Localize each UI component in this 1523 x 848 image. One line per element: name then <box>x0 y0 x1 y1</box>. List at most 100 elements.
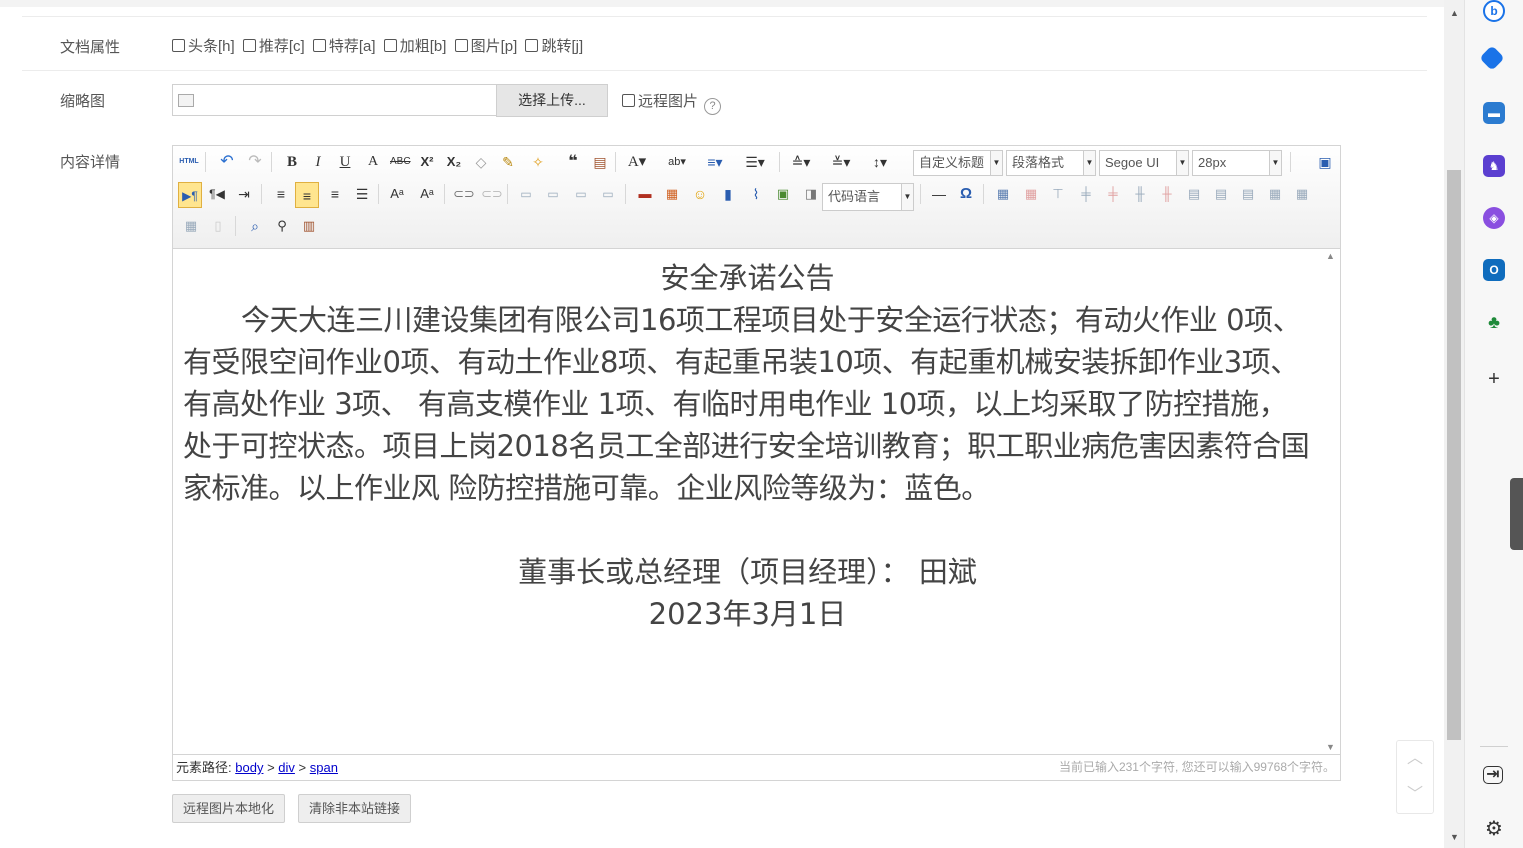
delete-row-icon[interactable]: ╪ <box>1103 184 1123 204</box>
merge-right-icon[interactable]: ▤ <box>1211 184 1231 204</box>
background-color-icon[interactable]: ab▾ <box>667 152 687 172</box>
clear-external-links-button[interactable]: 清除非本站链接 <box>298 794 412 823</box>
path-div-link[interactable]: div <box>278 760 295 775</box>
checkbox[interactable] <box>172 39 185 52</box>
attr-headline[interactable]: 头条[h] <box>172 38 235 55</box>
ordered-list-icon[interactable]: ≡▾ <box>705 152 725 172</box>
scrollbar-thumb[interactable] <box>1447 170 1461 740</box>
strikethrough-icon[interactable]: ABC <box>390 152 411 172</box>
checkbox[interactable] <box>312 39 326 52</box>
checkbox[interactable] <box>242 39 256 52</box>
localize-remote-images-button[interactable]: 远程图片本地化 <box>172 794 286 823</box>
font-border-icon[interactable]: A <box>363 152 383 172</box>
insert-image-icon[interactable]: ▦ <box>662 184 682 204</box>
insert-row-icon[interactable]: ╪ <box>1076 184 1096 204</box>
checkbox[interactable] <box>383 39 397 52</box>
microsoft365-icon[interactable]: ◈ <box>1483 207 1505 229</box>
upload-button[interactable]: 选择上传... <box>496 84 608 117</box>
attachment-icon[interactable]: ⌇ <box>746 184 766 204</box>
line-height-icon[interactable]: ↕▾ <box>870 152 890 172</box>
checkbox[interactable] <box>525 39 539 52</box>
attr-picture[interactable]: 图片[p] <box>454 38 517 55</box>
code-language-select[interactable]: 代码语言 ▼ <box>822 183 914 211</box>
split-to-cells-icon[interactable]: ▦ <box>1265 184 1285 204</box>
preview-icon[interactable]: ⌕ <box>245 216 265 236</box>
align-right-icon[interactable]: ≡ <box>325 184 345 204</box>
insert-code-icon[interactable]: ◨ <box>801 184 821 204</box>
page-scrollbar[interactable]: ▲ ▼ <box>1444 0 1464 848</box>
font-family-select[interactable]: Segoe UI ▼ <box>1099 150 1189 176</box>
merge-down-icon[interactable]: ▤ <box>1238 184 1258 204</box>
blockquote-icon[interactable]: ❝ <box>563 152 583 172</box>
attr-recommend[interactable]: 推荐[c] <box>242 38 305 55</box>
attr-jump[interactable]: 跳转[j] <box>525 38 583 55</box>
split-to-rows-icon[interactable]: ▦ <box>1292 184 1312 204</box>
hide-sidebar-icon[interactable]: ⇥ <box>1483 766 1503 784</box>
add-icon[interactable]: + <box>1483 368 1505 390</box>
settings-gear-icon[interactable]: ⚙ <box>1483 818 1505 840</box>
image-none-icon[interactable]: ▭ <box>516 184 536 204</box>
draft-icon[interactable]: ▥ <box>299 216 319 236</box>
help-icon[interactable]: ? <box>704 98 722 115</box>
align-justify-icon[interactable]: ☰ <box>352 184 372 204</box>
emotion-icon[interactable]: ☺ <box>690 184 710 204</box>
underline-icon[interactable]: U <box>335 152 355 172</box>
paste-plain-icon[interactable]: ▤ <box>590 152 610 172</box>
indent-icon[interactable]: ⇥ <box>234 184 254 204</box>
row-spacing-bottom-icon[interactable]: ≚▾ <box>831 152 851 172</box>
italic-icon[interactable]: I <box>308 152 328 172</box>
tools-briefcase-icon[interactable]: ▬ <box>1483 102 1505 124</box>
unordered-list-icon[interactable]: ☰▾ <box>745 152 765 172</box>
scroll-down-icon[interactable]: ▼ <box>1326 742 1335 752</box>
image-right-icon[interactable]: ▭ <box>571 184 591 204</box>
horizontal-rule-icon[interactable]: — <box>929 184 949 204</box>
eraser-icon[interactable]: ◇ <box>471 152 491 172</box>
checkbox[interactable] <box>454 39 468 52</box>
merge-cells-icon[interactable]: ▤ <box>1184 184 1204 204</box>
remote-image-checkbox[interactable] <box>622 94 635 107</box>
scroll-down-icon[interactable]: ▼ <box>1450 832 1459 842</box>
insert-table-icon[interactable]: ▦ <box>993 184 1013 204</box>
attr-special[interactable]: 特荐[a] <box>312 38 376 55</box>
insert-video-icon[interactable]: ▮ <box>718 184 738 204</box>
outlook-icon[interactable]: O <box>1483 259 1505 281</box>
split-to-cols-icon[interactable]: ▦ <box>181 216 201 236</box>
special-chars-icon[interactable]: Ω <box>956 184 976 204</box>
chart-icon[interactable]: ▯ <box>208 216 228 236</box>
map-icon[interactable]: ▣ <box>773 184 793 204</box>
align-left-icon[interactable]: ≡ <box>271 184 291 204</box>
format-brush-icon[interactable]: ✎ <box>498 152 518 172</box>
lowercase-icon[interactable]: Aᵃ <box>417 184 437 204</box>
paragraph-format-select[interactable]: 段落格式 ▼ <box>1006 150 1096 176</box>
fullscreen-icon[interactable]: ▣ <box>1315 152 1335 172</box>
path-body-link[interactable]: body <box>235 760 263 775</box>
thumb-path-input[interactable] <box>172 84 496 116</box>
delete-col-icon[interactable]: ╫ <box>1157 184 1177 204</box>
editor-scrollbar[interactable]: ▲ ▼ <box>1322 249 1340 754</box>
image-center-icon[interactable]: ▭ <box>598 184 618 204</box>
font-size-select[interactable]: 28px ▼ <box>1192 150 1282 176</box>
scroll-bottom-icon[interactable]: ﹀ <box>1397 777 1433 813</box>
unlink-icon[interactable]: ⊂⊃ <box>481 184 503 204</box>
scroll-up-icon[interactable]: ▲ <box>1450 8 1459 18</box>
rtl-direction-icon[interactable]: ¶◀ <box>207 184 227 204</box>
shopping-tag-icon[interactable] <box>1479 45 1505 71</box>
tree-icon[interactable]: ♣ <box>1483 311 1505 333</box>
copilot-icon[interactable]: b <box>1483 0 1505 22</box>
scroll-top-icon[interactable]: ︿ <box>1397 741 1433 777</box>
link-icon[interactable]: ⊂⊃ <box>453 184 475 204</box>
games-icon[interactable]: ♞ <box>1483 155 1505 177</box>
insert-col-icon[interactable]: ╫ <box>1130 184 1150 204</box>
attr-bold[interactable]: 加粗[b] <box>383 38 446 55</box>
insert-paragraph-before-table-icon[interactable]: ⊤ <box>1048 184 1068 204</box>
subscript-icon[interactable]: X₂ <box>444 152 464 172</box>
ltr-direction-icon[interactable]: ▶¶ <box>178 182 202 208</box>
scroll-up-icon[interactable]: ▲ <box>1326 251 1335 261</box>
row-spacing-top-icon[interactable]: ≙▾ <box>791 152 811 172</box>
search-replace-icon[interactable]: ⚲ <box>272 216 292 236</box>
remote-image-option[interactable]: 远程图片? <box>622 90 722 115</box>
custom-title-select[interactable]: 自定义标题 ▼ <box>913 150 1003 176</box>
resize-grip[interactable] <box>1510 478 1523 550</box>
image-left-icon[interactable]: ▭ <box>543 184 563 204</box>
undo-icon[interactable]: ↶ <box>217 152 237 172</box>
